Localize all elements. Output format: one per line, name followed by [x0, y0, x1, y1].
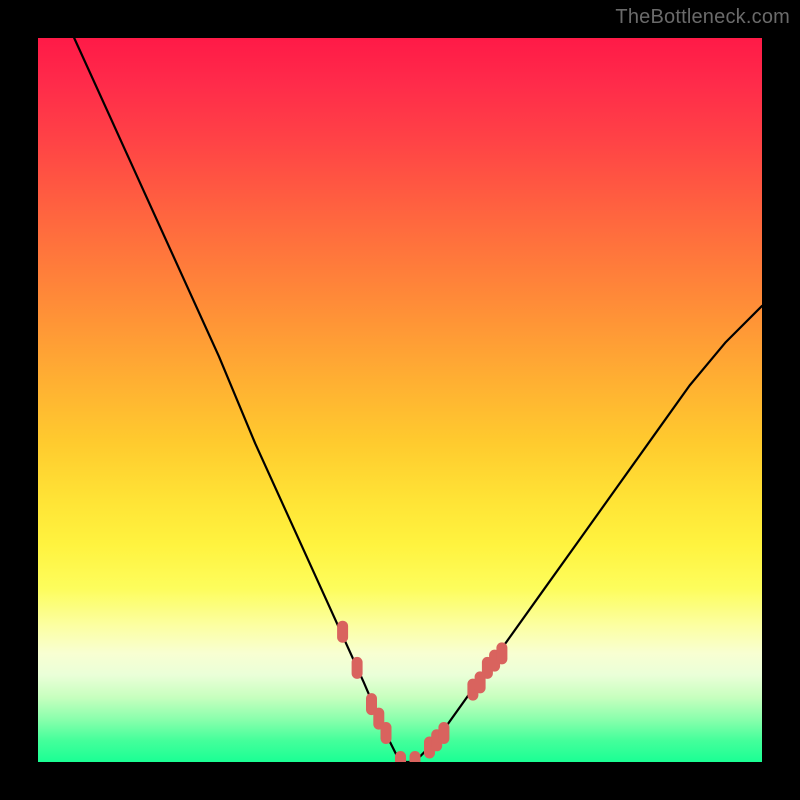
plot-area	[38, 38, 762, 762]
chart-svg	[38, 38, 762, 762]
curve-line	[74, 38, 762, 762]
watermark-text: TheBottleneck.com	[615, 6, 790, 29]
chart-frame: TheBottleneck.com	[0, 0, 800, 800]
highlight-dot	[438, 722, 449, 744]
highlight-dot	[496, 642, 507, 664]
highlight-dot	[352, 657, 363, 679]
highlight-dot	[337, 621, 348, 643]
highlight-dot	[410, 751, 421, 762]
highlight-dots	[337, 621, 507, 762]
highlight-dot	[395, 751, 406, 762]
highlight-dot	[381, 722, 392, 744]
